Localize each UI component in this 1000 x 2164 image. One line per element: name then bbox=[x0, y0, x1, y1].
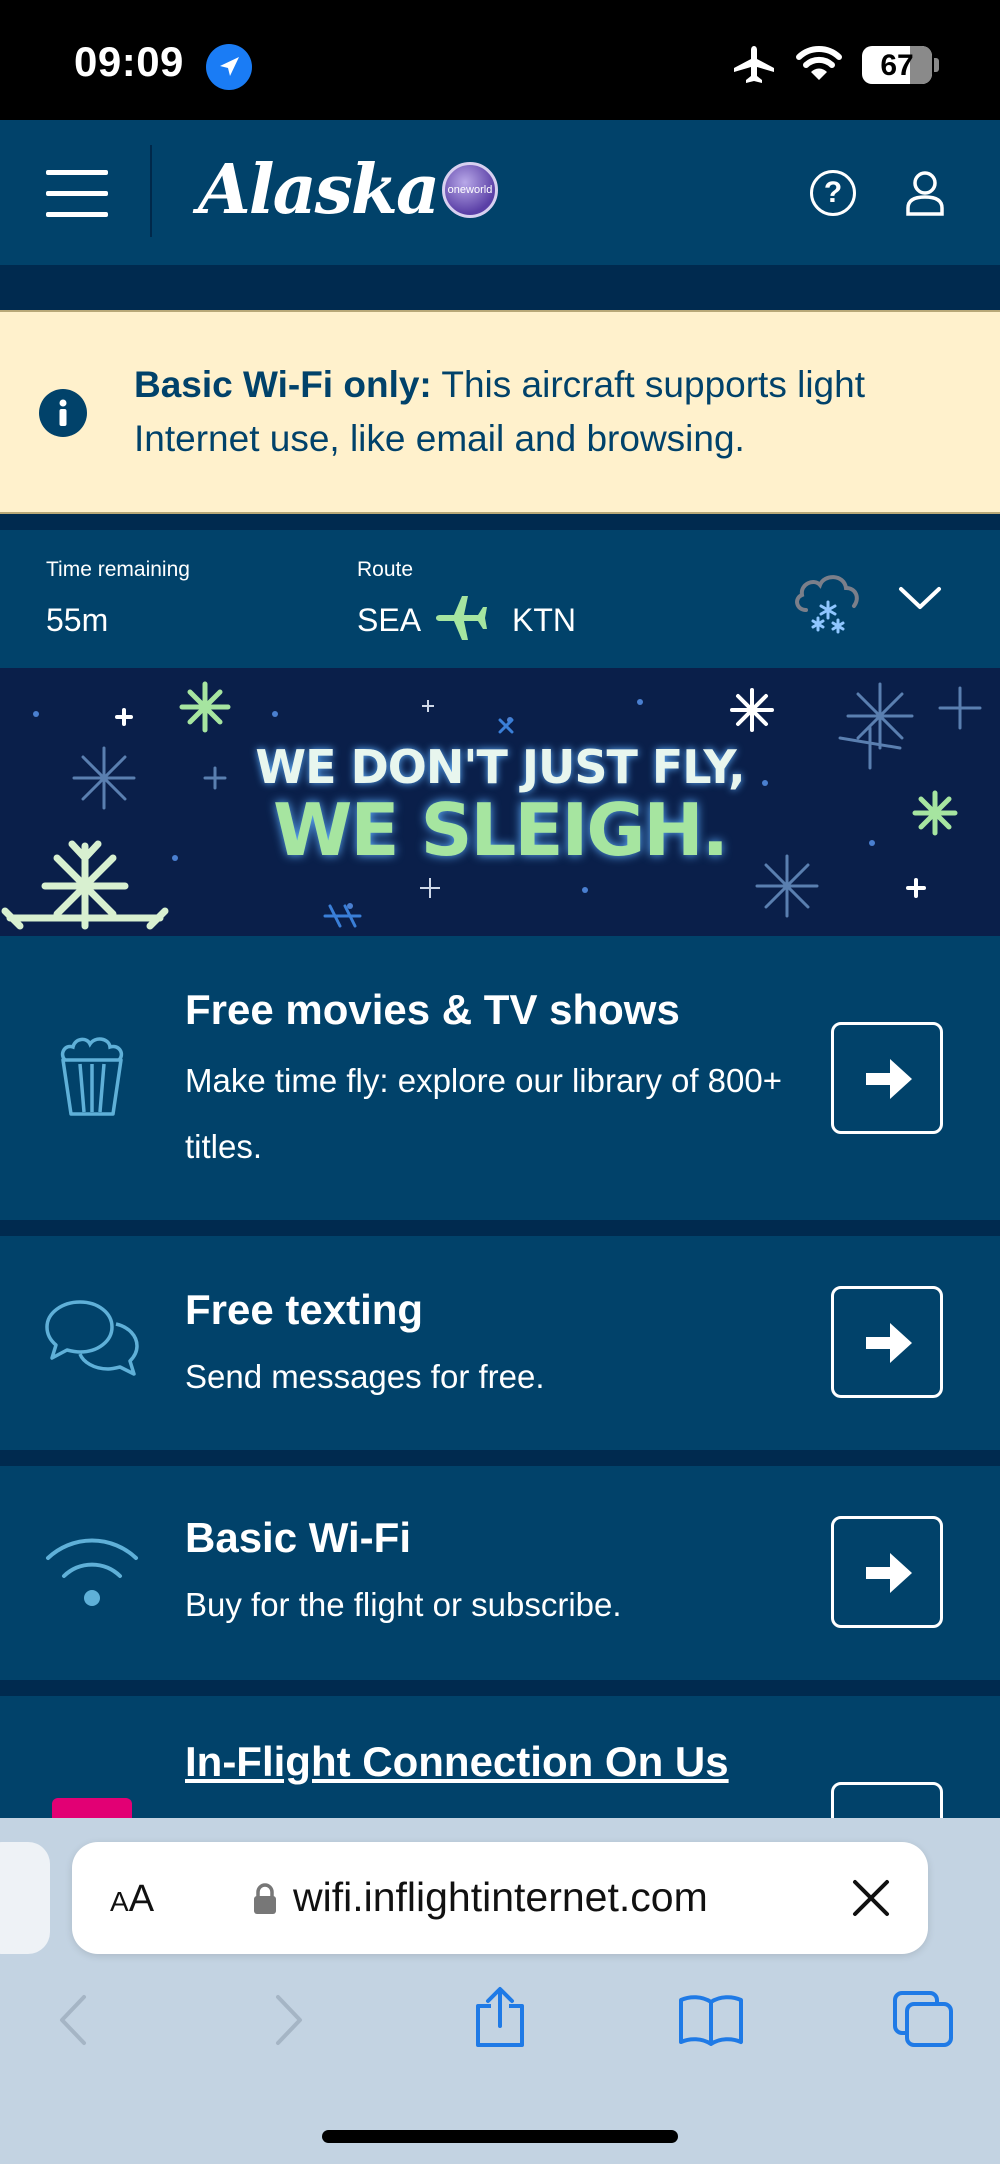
texting-card[interactable]: Free texting Send messages for free. bbox=[0, 1236, 1000, 1450]
movies-description: Make time fly: explore our library of 80… bbox=[185, 1062, 783, 1165]
t-mobile-icon bbox=[52, 1798, 132, 1818]
airplane-mode-icon bbox=[734, 46, 774, 83]
wifi-icon bbox=[46, 1538, 138, 1606]
basic-wifi-card[interactable]: Basic Wi-Fi Buy for the flight or subscr… bbox=[0, 1466, 1000, 1680]
movies-arrow-button[interactable] bbox=[831, 1022, 943, 1134]
header-divider bbox=[150, 145, 152, 237]
popcorn-icon bbox=[60, 1037, 124, 1116]
url-text[interactable]: wifi.inflightinternet.com bbox=[293, 1874, 708, 1921]
arrow-right-icon bbox=[866, 1323, 912, 1363]
arrow-right-icon bbox=[866, 1553, 912, 1593]
info-icon bbox=[39, 389, 87, 437]
banner-line-2: WE SLEIGH. bbox=[272, 788, 729, 872]
texting-description: Send messages for free. bbox=[185, 1358, 545, 1395]
holiday-promo-banner[interactable]: WE DON'T JUST FLY, WE SLEIGH. bbox=[0, 668, 1000, 936]
chevron-down-icon[interactable] bbox=[898, 586, 942, 612]
route-origin: SEA bbox=[357, 602, 422, 638]
inflight-connection-title[interactable]: In-Flight Connection On Us bbox=[185, 1738, 729, 1786]
texting-title: Free texting bbox=[185, 1286, 424, 1333]
battery-level: 67 bbox=[880, 49, 914, 82]
wifi-signal-icon bbox=[796, 46, 842, 80]
alaska-logo[interactable]: Alaska bbox=[198, 150, 440, 230]
movies-title: Free movies & TV shows bbox=[185, 986, 680, 1033]
route-label: Route bbox=[357, 558, 414, 581]
banner-line-1: WE DON'T JUST FLY, bbox=[255, 740, 745, 794]
inflight-connection-card[interactable]: In-Flight Connection On Us bbox=[0, 1696, 1000, 1818]
close-icon[interactable] bbox=[852, 1879, 890, 1917]
flight-info-bar[interactable]: Time remaining 55m Route SEA KTN bbox=[0, 530, 1000, 668]
wifi-alert-banner: Basic Wi-Fi only: This aircraft supports… bbox=[0, 310, 1000, 514]
help-button[interactable]: ? bbox=[810, 170, 856, 216]
arrow-right-icon bbox=[866, 1059, 912, 1099]
alert-bold: Basic Wi-Fi only: bbox=[134, 364, 432, 405]
wifi-description: Buy for the flight or subscribe. bbox=[185, 1586, 622, 1623]
time-remaining-label: Time remaining bbox=[46, 558, 190, 581]
airplane-icon bbox=[436, 596, 487, 640]
alert-message: Basic Wi-Fi only: This aircraft supports… bbox=[134, 358, 954, 466]
account-button[interactable] bbox=[905, 170, 945, 216]
previous-tab[interactable] bbox=[0, 1842, 50, 1954]
wifi-arrow-button[interactable] bbox=[831, 1516, 943, 1628]
chat-icon bbox=[45, 1300, 139, 1376]
time-remaining-value: 55m bbox=[46, 602, 109, 638]
status-bar: 09:09 67 bbox=[0, 0, 1000, 120]
texting-arrow-button[interactable] bbox=[831, 1286, 943, 1398]
forward-icon[interactable] bbox=[274, 1994, 304, 2046]
inflight-arrow-button[interactable] bbox=[831, 1782, 943, 1818]
battery-icon: 67 bbox=[862, 46, 932, 84]
back-icon[interactable] bbox=[58, 1994, 88, 2046]
movies-card[interactable]: Free movies & TV shows Make time fly: ex… bbox=[0, 936, 1000, 1220]
wifi-title: Basic Wi-Fi bbox=[185, 1514, 411, 1561]
status-time: 09:09 bbox=[74, 38, 184, 85]
header-band bbox=[0, 265, 1000, 310]
lock-icon bbox=[254, 1883, 276, 1914]
location-arrow-icon bbox=[206, 44, 252, 90]
home-indicator bbox=[322, 2130, 678, 2143]
tabs-icon[interactable] bbox=[892, 1990, 954, 2048]
oneworld-logo: oneworld bbox=[442, 162, 498, 218]
share-icon[interactable] bbox=[474, 1986, 526, 2048]
weather-snow-icon bbox=[795, 575, 859, 634]
bookmarks-icon[interactable] bbox=[678, 1994, 744, 2046]
menu-button[interactable] bbox=[46, 170, 108, 217]
route-destination: KTN bbox=[512, 602, 576, 638]
text-size-button[interactable]: AA bbox=[110, 1878, 154, 1921]
